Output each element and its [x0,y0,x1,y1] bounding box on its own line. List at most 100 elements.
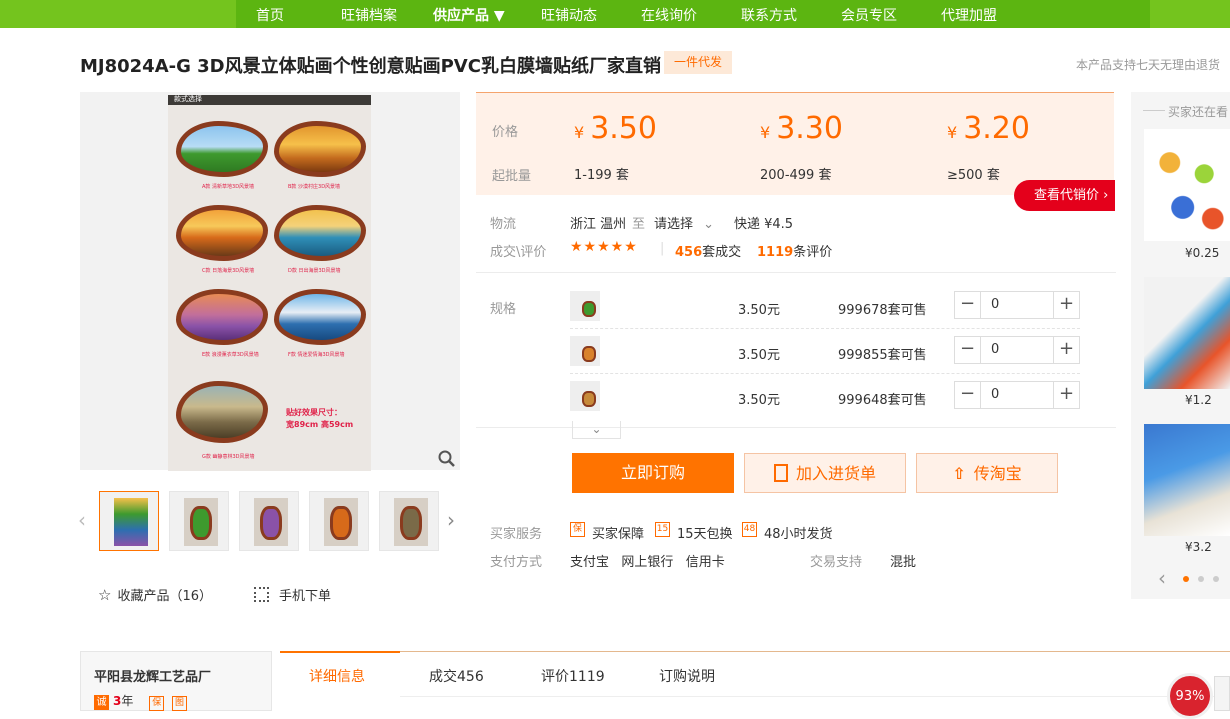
speed-badge[interactable]: 93% [1167,673,1213,719]
to-taobao-label: 传淘宝 [973,464,1022,483]
sold-suffix: 套成交 [702,245,742,260]
zoom-icon[interactable] [436,448,458,470]
image-badge-icon: 图 [172,696,188,711]
sold-count-link[interactable]: 456套成交 [675,241,741,260]
logistics-origin: 浙江 温州 [570,217,627,232]
service-label: 买家服务 [490,527,543,542]
favorite-label: 收藏产品（16） [117,589,212,604]
recommendation-price-3: ¥3.2 [1185,540,1212,554]
chevron-down-icon: ⌄ [703,217,715,232]
thumbnail-5-scene [400,506,422,540]
thumbnail-2[interactable] [169,491,229,551]
spec-row: 3.50元 999648套可售 − 0 + [570,375,1080,419]
decrease-button[interactable]: − [955,292,981,318]
thumb-next-arrow[interactable]: › [447,508,455,532]
quantity-stepper: − 0 + [954,336,1080,364]
favorite-product-button[interactable]: ☆ 收藏产品（16） [98,585,212,604]
shop-name[interactable]: 平阳县龙辉工艺品厂 [94,666,211,685]
decrease-button[interactable]: − [955,382,981,408]
poster-label-f: F款 情迷爱情海3D风景墙 [288,352,345,358]
poster-header: 款式选择 [168,95,371,105]
trade-support-value: 混批 [890,555,917,570]
spec-thumbnail[interactable] [570,381,600,411]
spec-label: 规格 [490,302,517,317]
nav-agent-join[interactable]: 代理加盟 [941,5,997,25]
range-tier-1: 1-199 套 [574,168,629,183]
thumbnail-5[interactable] [379,491,439,551]
nav-inquiry[interactable]: 在线询价 [641,5,697,25]
thumbnail-1[interactable] [99,491,159,551]
poster-size-note-line2: 宽89cm 高59cm [286,420,354,429]
shipping-fee: 快递 ¥4.5 [734,217,794,232]
spec-row: 3.50元 999678套可售 − 0 + [570,285,1080,329]
logistics-to: 至 [632,217,646,232]
spec-thumbnail[interactable] [570,291,600,321]
tab-details[interactable]: 详细信息 [309,666,365,686]
return-policy-note: 本产品支持七天无理由退货 [1075,58,1220,72]
currency-symbol: ¥ [947,123,958,142]
nav-shop-archive[interactable]: 旺铺档案 [341,5,397,25]
spec-thumbnail-scene [582,391,596,407]
tab-transactions[interactable]: 成交456 [429,666,484,686]
recommendation-image-3[interactable] [1144,424,1230,536]
recommendation-image-2[interactable] [1144,277,1230,389]
side-utility-bar[interactable] [1214,676,1230,711]
deals-label: 成交\评价 [490,245,547,260]
increase-button[interactable]: + [1053,337,1079,363]
nav-home[interactable]: 首页 [256,5,284,25]
destination-select[interactable]: 请选择 ⌄ [654,213,714,232]
tab-order-instructions[interactable]: 订购说明 [659,666,715,686]
carousel-dot-active[interactable] [1183,576,1189,582]
payment-label: 支付方式 [490,555,543,570]
nav-member-zone[interactable]: 会员专区 [841,5,897,25]
recommendation-price-1: ¥0.25 [1185,246,1220,260]
thumbnail-4[interactable] [309,491,369,551]
thumbnail-3[interactable] [239,491,299,551]
recs-prev-arrow[interactable]: ‹ [1158,566,1166,590]
decrease-button[interactable]: − [955,337,981,363]
recommendation-price-2: ¥1.2 [1185,393,1212,407]
quantity-input[interactable]: 0 [981,292,1053,318]
service-15-day-exchange[interactable]: 15天包换 [677,523,733,542]
add-to-purchase-list-button[interactable]: 加入进货单 [744,453,906,493]
detail-tabs: 详细信息 成交456 评价1119 订购说明 [280,651,1230,698]
quantity-input[interactable]: 0 [981,337,1053,363]
agent-price-button[interactable]: 查看代销价 › [1014,180,1115,211]
carousel-dot[interactable] [1198,576,1204,582]
review-count-link[interactable]: 1119条评价 [757,241,832,260]
spec-thumbnail[interactable] [570,336,600,366]
nav-shop-news[interactable]: 旺铺动态 [541,5,597,25]
service-48h-ship[interactable]: 48小时发货 [764,523,833,542]
increase-button[interactable]: + [1053,382,1079,408]
price-tier-1-value: 3.50 [590,111,657,146]
price-tier-3-value: 3.20 [963,111,1030,146]
send-to-taobao-button[interactable]: ⇧ 传淘宝 [916,453,1058,493]
nav-products[interactable]: 供应产品 ▼ [433,5,505,25]
dropship-badge: 一件代发 [664,51,732,74]
nav-contact[interactable]: 联系方式 [741,5,797,25]
shop-years-unit: 年 [121,694,134,708]
buy-now-button[interactable]: 立即订购 [572,453,734,493]
sold-count: 456 [675,245,703,260]
tab-reviews[interactable]: 评价1119 [541,666,605,686]
increase-button[interactable]: + [1053,292,1079,318]
poster-image: 款式选择 A款 清新草地3D风景墙 B款 沙漠村庄3D风景墙 C款 日落海景3D… [168,95,371,471]
qr-code-icon [254,587,269,602]
scene-e [176,289,268,345]
recommendation-image-1[interactable] [1144,129,1230,241]
thumb-prev-arrow[interactable]: ‹ [78,508,86,532]
payment-methods: 支付宝 网上银行 信用卡 [570,555,725,570]
review-suffix: 条评价 [793,245,833,260]
carousel-dot[interactable] [1213,576,1219,582]
spec-stock: 999648套可售 [838,393,927,408]
range-tier-3: ≥500 套 [947,168,1000,183]
price-label: 价格 [492,125,519,140]
main-product-image[interactable]: 款式选择 A款 清新草地3D风景墙 B款 沙漠村庄3D风景墙 C款 日落海景3D… [80,92,460,471]
thumbnail-4-scene [330,506,352,540]
service-buyer-protection[interactable]: 买家保障 [592,523,644,542]
mobile-order-button[interactable]: 手机下单 [254,585,331,604]
spec-price: 3.50元 [738,303,780,318]
poster-size-note-line1: 贴好效果尺寸： [286,408,342,417]
quantity-input[interactable]: 0 [981,382,1053,408]
expand-specs-button[interactable]: ⌄ [572,421,621,439]
